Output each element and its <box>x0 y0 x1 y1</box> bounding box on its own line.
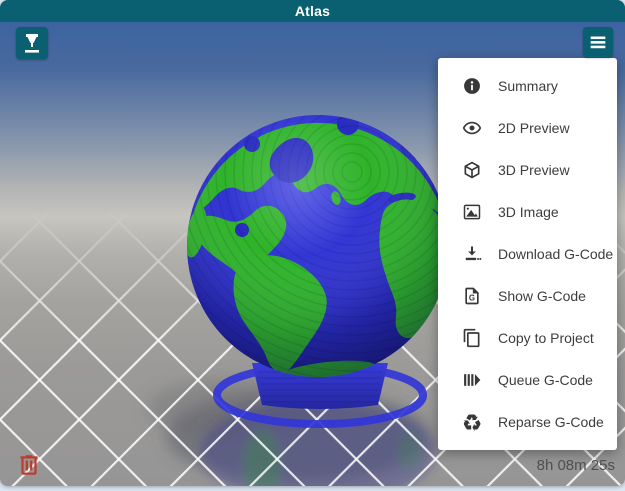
copy-icon <box>462 328 482 348</box>
menu-item-copy-to-project[interactable]: Copy to Project <box>438 317 617 359</box>
menu-item-label: 2D Preview <box>498 120 570 136</box>
queue-icon <box>462 370 482 390</box>
menu-item-label: Queue G-Code <box>498 372 593 388</box>
printer-nozzle-icon <box>20 31 44 55</box>
cube-icon <box>462 160 482 180</box>
image-icon <box>462 202 482 222</box>
menu-item-reparse-gcode[interactable]: Reparse G-Code <box>438 401 617 443</box>
card-dropdown-menu: Summary 2D Preview 3D Preview <box>438 58 617 450</box>
remaining-time: 8h 08m 25s <box>537 457 615 474</box>
menu-item-label: Reparse G-Code <box>498 414 604 430</box>
menu-item-label: Copy to Project <box>498 330 594 346</box>
card-menu-button[interactable] <box>583 27 613 57</box>
menu-item-download-gcode[interactable]: Download G-Code <box>438 233 617 275</box>
print-job-card-page: { "window": { "title": "Atlas" }, "toolb… <box>0 0 625 491</box>
menu-item-3d-preview[interactable]: 3D Preview <box>438 149 617 191</box>
menu-item-3d-image[interactable]: 3D Image <box>438 191 617 233</box>
delete-job-button[interactable] <box>15 451 43 479</box>
menu-item-label: 3D Preview <box>498 162 570 178</box>
menu-item-2d-preview[interactable]: 2D Preview <box>438 107 617 149</box>
info-icon <box>462 76 482 96</box>
card-header: Atlas <box>0 0 625 22</box>
trash-icon <box>16 452 42 478</box>
hamburger-menu-icon <box>587 31 609 53</box>
page-title: Atlas <box>295 0 330 22</box>
menu-item-label: Show G-Code <box>498 288 586 304</box>
menu-item-summary[interactable]: Summary <box>438 65 617 107</box>
eye-icon <box>462 118 482 138</box>
model-preview-scene: Summary 2D Preview 3D Preview <box>0 22 625 486</box>
svg-text:G: G <box>469 294 475 303</box>
download-icon <box>462 244 482 264</box>
menu-item-queue-gcode[interactable]: Queue G-Code <box>438 359 617 401</box>
menu-item-show-gcode[interactable]: G Show G-Code <box>438 275 617 317</box>
menu-item-label: 3D Image <box>498 204 559 220</box>
menu-item-label: Download G-Code <box>498 246 613 262</box>
print-job-card: Atlas <box>0 0 625 486</box>
gcode-file-icon: G <box>462 286 482 306</box>
menu-item-label: Summary <box>498 78 558 94</box>
print-button[interactable] <box>16 27 48 59</box>
recycle-icon <box>462 412 482 432</box>
